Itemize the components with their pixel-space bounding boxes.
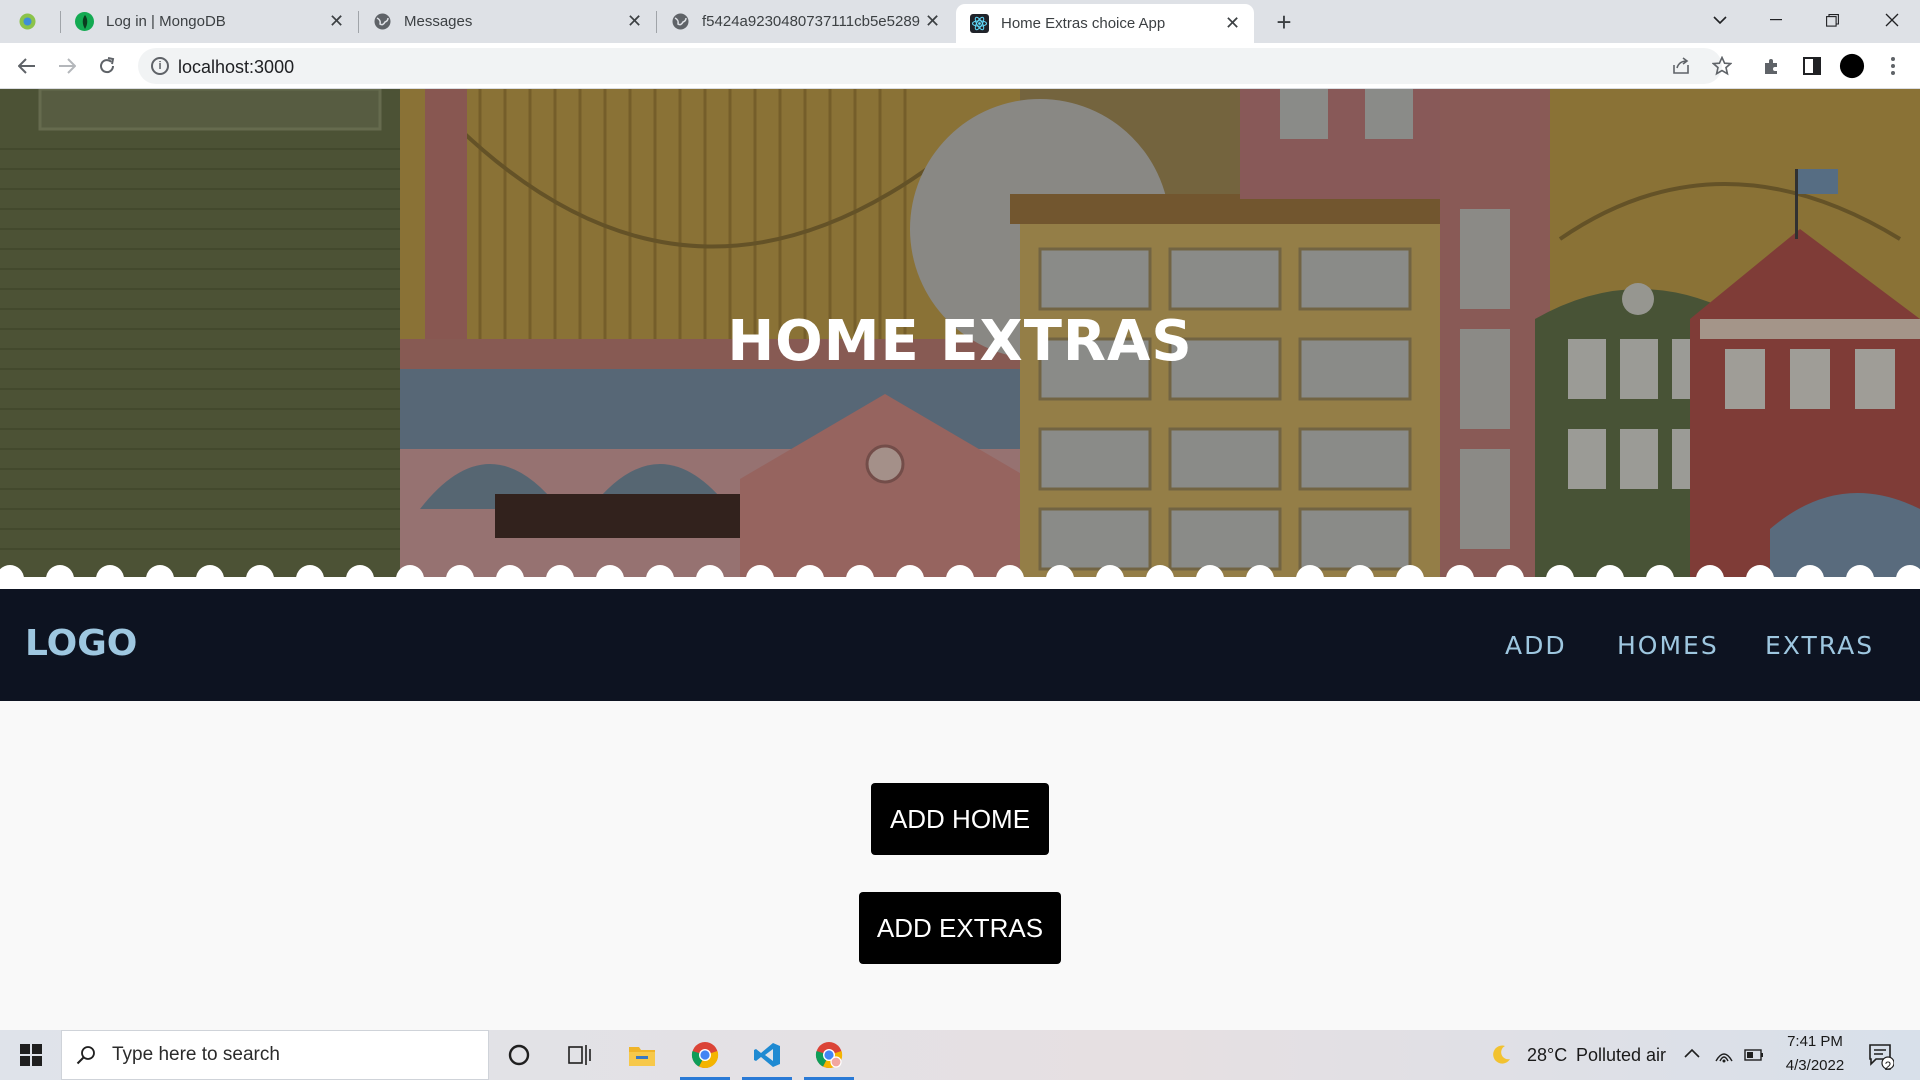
taskbar-search-placeholder: Type here to search: [112, 1044, 280, 1065]
address-url[interactable]: localhost:3000: [178, 57, 294, 78]
browser-menu-icon[interactable]: [1880, 53, 1906, 79]
hero-banner: HOME EXTRAS: [0, 89, 1920, 589]
profile-avatar[interactable]: [1839, 53, 1865, 79]
add-home-button[interactable]: ADD HOME: [871, 783, 1049, 855]
restore-icon[interactable]: [1804, 0, 1860, 40]
chrome-icon[interactable]: [676, 1030, 734, 1080]
tab-title: Messages: [404, 13, 473, 30]
back-arrow-icon[interactable]: [12, 51, 42, 81]
search-icon: [76, 1045, 96, 1065]
file-explorer-icon[interactable]: [613, 1030, 671, 1080]
tray-chevron-up-icon[interactable]: [1684, 1046, 1700, 1064]
notification-count: 2: [1884, 1059, 1892, 1073]
globe-icon: [671, 12, 690, 31]
web-page: HOME EXTRAS LOGO ADD HOMES EXTRAS ADD HO…: [0, 89, 1920, 1030]
react-icon: [970, 14, 989, 33]
taskbar-search-box[interactable]: Type here to search: [61, 1030, 489, 1080]
close-tab-icon[interactable]: ✕: [625, 11, 644, 31]
nav-link-homes[interactable]: HOMES: [1617, 631, 1719, 660]
tab-title: Home Extras choice App: [1001, 15, 1166, 32]
bookmark-star-icon[interactable]: [1709, 53, 1735, 79]
hero-title: HOME EXTRAS: [727, 309, 1193, 374]
close-tab-icon[interactable]: ✕: [327, 11, 346, 31]
minimize-icon[interactable]: [1748, 0, 1804, 40]
clock-date[interactable]: 4/3/2022: [1778, 1057, 1852, 1074]
add-extras-button[interactable]: ADD EXTRAS: [859, 892, 1061, 964]
weather-text[interactable]: Polluted air: [1576, 1045, 1666, 1066]
moon-weather-icon: [1490, 1044, 1512, 1071]
tab-title: Log in | MongoDB: [106, 13, 226, 30]
tab-home-extras[interactable]: Home Extras choice App ✕: [956, 4, 1254, 43]
globe-icon: [373, 12, 392, 31]
app-tab-icon: [18, 12, 37, 31]
new-tab-icon[interactable]: +: [1270, 7, 1298, 37]
forward-arrow-icon[interactable]: [52, 51, 82, 81]
task-view-icon[interactable]: [551, 1030, 609, 1080]
site-info-icon[interactable]: i: [151, 57, 169, 75]
vscode-icon[interactable]: [738, 1030, 796, 1080]
site-navbar: LOGO ADD HOMES EXTRAS: [0, 589, 1920, 701]
extensions-puzzle-icon[interactable]: [1759, 53, 1785, 79]
browser-tab-strip: Log in | MongoDB ✕ Messages ✕ f5424a9230…: [0, 0, 1920, 43]
tab-search-chevron-icon[interactable]: [1692, 0, 1748, 40]
tab-title: f5424a9230480737111cb5e5289: [702, 13, 920, 30]
weather-temp[interactable]: 28°C: [1527, 1045, 1567, 1066]
tab-messages[interactable]: Messages ✕: [358, 0, 656, 43]
reload-icon[interactable]: [92, 51, 122, 81]
close-window-icon[interactable]: [1864, 0, 1920, 40]
cortana-icon[interactable]: [490, 1030, 548, 1080]
clock-time[interactable]: 7:41 PM: [1785, 1033, 1845, 1050]
tab-app[interactable]: [18, 0, 58, 43]
browser-toolbar: i localhost:3000: [0, 43, 1920, 89]
windows-start-icon[interactable]: [2, 1030, 60, 1080]
side-panel-icon[interactable]: [1799, 53, 1825, 79]
close-tab-icon[interactable]: ✕: [1223, 13, 1242, 33]
close-tab-icon[interactable]: ✕: [923, 11, 942, 31]
tab-mongodb[interactable]: Log in | MongoDB ✕: [60, 0, 358, 43]
address-bar[interactable]: i localhost:3000: [138, 48, 1722, 84]
nav-link-extras[interactable]: EXTRAS: [1765, 631, 1874, 660]
tab-hash[interactable]: f5424a9230480737111cb5e5289 ✕: [656, 0, 954, 43]
share-icon[interactable]: [1668, 53, 1694, 79]
battery-icon[interactable]: [1744, 1048, 1764, 1066]
windows-taskbar: Type here to search 28°C Polluted air 7:…: [0, 1030, 1920, 1080]
site-logo[interactable]: LOGO: [25, 623, 137, 664]
mongodb-leaf-icon: [75, 12, 94, 31]
network-icon[interactable]: [1714, 1045, 1734, 1068]
nav-link-add[interactable]: ADD: [1505, 631, 1567, 660]
chrome-profile-icon[interactable]: [800, 1030, 858, 1080]
